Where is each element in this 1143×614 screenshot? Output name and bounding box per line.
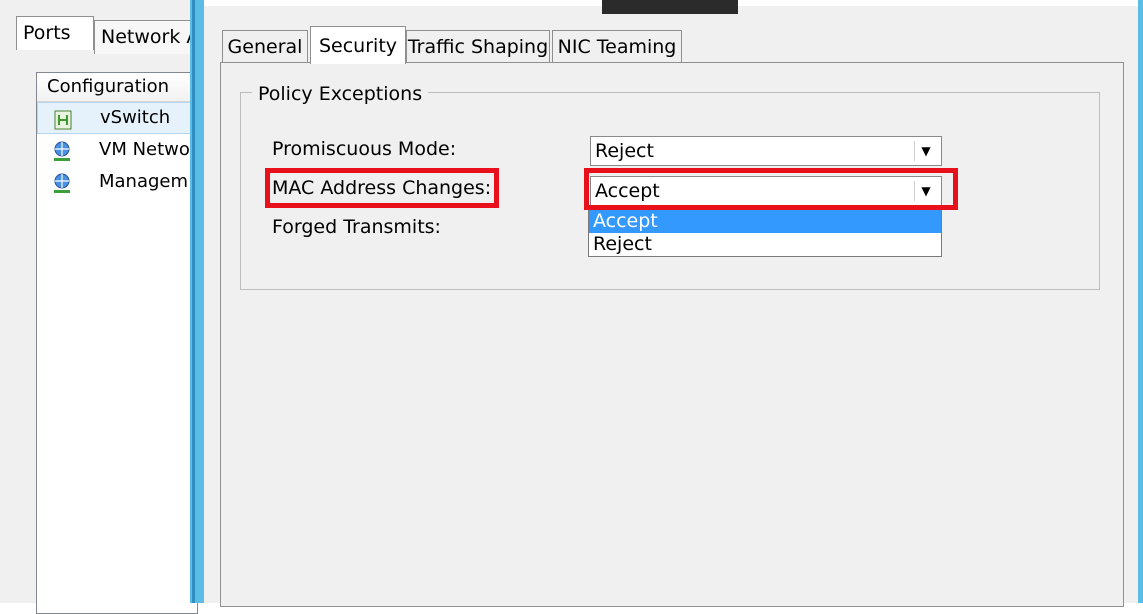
tab-network-adapters[interactable]: Network A <box>94 20 194 54</box>
tab-ports[interactable]: Ports <box>16 16 94 50</box>
list-item-label: Managem <box>99 171 189 192</box>
mac-address-changes-select[interactable]: Accept ▼ <box>590 176 942 208</box>
window-frame-right <box>1138 0 1143 603</box>
list-item-label: vSwitch <box>100 107 171 128</box>
column-header-configuration[interactable]: Configuration <box>37 73 197 102</box>
mac-address-changes-label: MAC Address Changes: <box>272 177 492 199</box>
forged-transmits-label: Forged Transmits: <box>272 216 441 238</box>
window-frame-border <box>192 0 195 603</box>
list-item-vm-network[interactable]: VM Netwo <box>37 134 197 166</box>
promiscuous-mode-select[interactable]: Reject ▼ <box>590 136 942 166</box>
chevron-down-icon[interactable]: ▼ <box>914 141 937 161</box>
left-panel: Ports Network A Configuration vSwitch VM… <box>0 0 198 614</box>
list-item-label: VM Netwo <box>99 139 190 160</box>
list-item-vswitch[interactable]: vSwitch <box>37 102 197 134</box>
mac-address-changes-dropdown[interactable]: Accept Reject <box>588 209 942 257</box>
tab-general[interactable]: General <box>222 30 308 62</box>
list-item-management[interactable]: Managem <box>37 166 197 198</box>
dropdown-option-reject[interactable]: Reject <box>589 233 941 256</box>
tab-traffic-shaping[interactable]: Traffic Shaping <box>406 30 550 62</box>
group-title: Policy Exceptions <box>252 82 429 106</box>
select-value: Accept <box>595 180 660 202</box>
network-globe-icon <box>54 173 70 193</box>
promiscuous-mode-label: Promiscuous Mode: <box>272 138 457 160</box>
tab-security[interactable]: Security <box>310 26 406 64</box>
title-bar-fragment <box>602 0 738 14</box>
network-globe-icon <box>54 141 70 161</box>
tab-nic-teaming[interactable]: NIC Teaming <box>552 30 682 62</box>
configuration-list: Configuration vSwitch VM Netwo Managem <box>36 72 198 614</box>
select-value: Reject <box>595 140 654 162</box>
chevron-down-icon[interactable]: ▼ <box>914 181 937 201</box>
dropdown-option-accept[interactable]: Accept <box>589 210 941 233</box>
vswitch-icon <box>54 110 72 130</box>
